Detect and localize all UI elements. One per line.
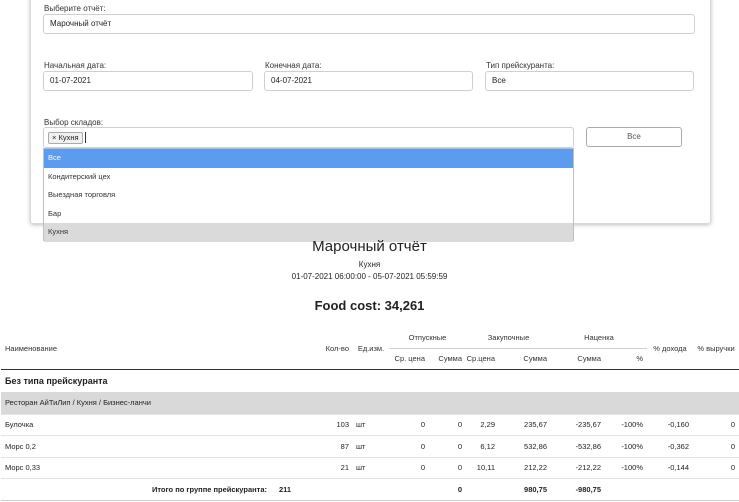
start-date-input[interactable]: 01-07-2021 [43,71,253,91]
cell-selling-avg: 0 [389,435,429,458]
col-selling-sum: Сумма [429,348,466,370]
option-confectionery[interactable]: Кондитерский цех [44,168,573,187]
col-selling: Отпускные [389,328,466,349]
end-date-input[interactable]: 04-07-2021 [264,71,473,91]
cell-markup-pct: -100% [605,414,647,436]
col-name: Наименование [1,328,273,370]
cell-markup-sum: -235,67 [551,414,605,436]
warehouses-dropdown: Все Кондитерский цех Выездная торговля Б… [43,148,574,242]
cell-markup-sum: -532,86 [551,435,605,458]
col-purchase: Закупочные [466,328,551,349]
total-row: Итого по группе прейскуранта: 211 0 980,… [1,478,739,501]
option-bar[interactable]: Бар [44,205,573,224]
cell-name: Булочка [1,414,273,436]
col-qty: Кол-во [273,328,353,370]
cell-selling-avg: 0 [389,457,429,479]
cell-revenue-pct: 0 [693,414,739,436]
report-select-label: Выберите отчёт: [44,4,106,13]
report-period: 01-07-2021 06:00:00 - 05-07-2021 05:59:5… [291,272,448,281]
cell-markup-pct: -100% [605,457,647,479]
price-type-label: Тип прейскуранта: [486,61,555,70]
cell-revenue-pct: 0 [693,457,739,479]
cell-purchase-avg: 10,11 [466,457,499,479]
price-group-title: Без типа прейскуранта [5,375,108,386]
cell-markup-sum: -212,22 [551,457,605,479]
cell-qty: 87 [273,435,353,458]
food-cost: Food cost: 34,261 [314,298,425,313]
col-purchase-sum: Сумма [499,348,551,370]
cell-purchase-avg: 6,12 [466,435,499,458]
cell-purchase-avg: 2,29 [466,414,499,436]
cell-purchase-sum: 532,86 [499,435,551,458]
cell-qty: 103 [273,414,353,436]
cell-revenue-pct: 0 [693,435,739,458]
warehouses-multiselect[interactable]: × Кухня [43,127,574,148]
option-all[interactable]: Все [44,149,573,168]
subgroup-title: Ресторан АйТиЛип / Кухня / Бизнес-ланчи [1,392,739,415]
report-select[interactable]: Марочный отчёт [43,14,695,34]
cell-unit: шт [353,414,389,436]
cell-unit: шт [353,457,389,479]
price-type-select[interactable]: Все [485,71,694,91]
report-title: Марочный отчёт [312,238,427,255]
total-markup-sum: -980,75 [551,478,605,501]
cell-unit: шт [353,435,389,458]
cell-name: Морс 0,2 [1,435,273,458]
col-markup-pct: % [605,348,647,370]
warehouses-label: Выбор складов: [44,118,104,127]
report-table: Наименование Кол-во Ед.изм. Отпускные За… [1,328,739,501]
total-qty: 211 [273,478,353,501]
cell-selling-sum: 0 [429,457,466,479]
cell-selling-avg: 0 [389,414,429,436]
cell-name: Морс 0,33 [1,457,273,479]
col-revenue-pct: % выручки [693,328,739,370]
option-catering[interactable]: Выездная торговля [44,186,573,205]
cell-income-pct: -0,144 [647,457,693,479]
col-unit: Ед.изм. [353,328,389,370]
total-label: Итого по группе прейскуранта: [1,478,273,501]
total-purchase-sum: 980,75 [499,478,551,501]
col-selling-avg: Ср. цена [389,348,429,370]
start-date-label: Начальная дата: [44,61,107,70]
cell-selling-sum: 0 [429,414,466,436]
cell-purchase-sum: 235,67 [499,414,551,436]
text-caret [85,132,86,143]
select-all-button[interactable]: Все [586,127,682,147]
cell-purchase-sum: 212,22 [499,457,551,479]
col-markup: Наценка [551,328,647,349]
table-row: Морс 0,33 21 шт 0 0 10,11 212,22 -212,22… [1,457,739,479]
total-selling-sum: 0 [429,478,466,501]
table-row: Морс 0,2 87 шт 0 0 6,12 532,86 -532,86 -… [1,435,739,458]
col-purchase-avg: Ср.цена [466,348,499,370]
col-income-pct: % дохода [647,328,693,370]
table-row: Булочка 103 шт 0 0 2,29 235,67 -235,67 -… [1,414,739,436]
cell-markup-pct: -100% [605,435,647,458]
col-markup-sum: Сумма [551,348,605,370]
report-warehouse: Кухня [358,260,381,269]
cell-income-pct: -0,160 [647,414,693,436]
cell-selling-sum: 0 [429,435,466,458]
cell-qty: 21 [273,457,353,479]
end-date-label: Конечная дата: [265,61,322,70]
cell-income-pct: -0,362 [647,435,693,458]
selected-warehouse-chip[interactable]: × Кухня [48,132,83,144]
